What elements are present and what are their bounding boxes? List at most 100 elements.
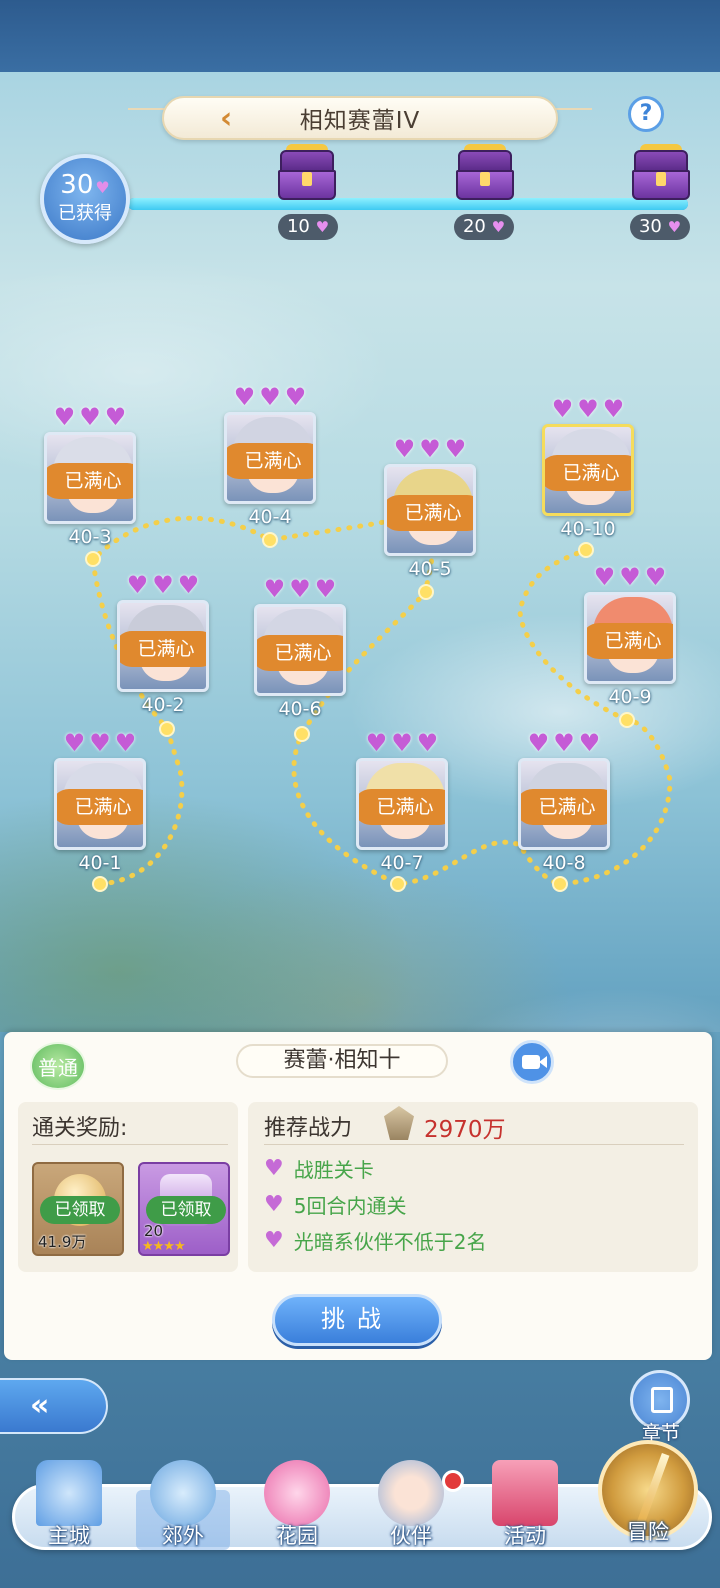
stage-hearts: ♥ ♥ ♥ [52,730,148,756]
stage-portrait[interactable]: 已满心 [384,464,476,556]
heart-icon: ♥ [53,403,76,431]
heart-icon: ♥ [152,571,174,599]
heart-icon: ♥ [233,383,256,411]
stage-code: 40-1 [78,852,122,874]
heart-icon: ♥ [284,383,307,411]
full-hearts-stamp: 已满心 [521,789,607,825]
notification-dot [442,1470,464,1492]
heart-icon: ♥ [527,729,550,757]
heart-icon: ♥ [416,729,439,757]
stage-hearts: ♥ ♥ ♥ [582,564,678,590]
stage-node-40-4[interactable]: ♥ ♥ ♥ 已满心 40-4 [222,384,318,528]
stage-portrait[interactable]: 已满心 [44,432,136,524]
stage-code: 40-10 [560,518,616,540]
stage-code: 40-9 [608,686,652,708]
stage-node-40-10[interactable]: ♥ ♥ ♥ 已满心 40-10 [540,396,636,540]
heart-icon: ♥ [644,563,667,591]
stage-node-40-7[interactable]: ♥ ♥ ♥ 已满心 40-7 [354,730,450,874]
replay-video-button[interactable] [510,1040,554,1084]
stage-portrait[interactable]: 已满心 [54,758,146,850]
stage-portrait[interactable]: 已满心 [356,758,448,850]
stage-portrait[interactable]: 已满心 [584,592,676,684]
heart-icon: ♥ [553,729,575,757]
stage-node-40-3[interactable]: ♥ ♥ ♥ 已满心 40-3 [42,404,138,548]
stage-node-40-9[interactable]: ♥ ♥ ♥ 已满心 40-9 [582,564,678,708]
stage-portrait[interactable]: 已满心 [542,424,634,516]
camera-icon [522,1055,540,1069]
heart-icon: ♥ [264,1192,284,1217]
full-hearts-stamp: 已满心 [387,495,473,531]
stage-hearts: ♥ ♥ ♥ [252,576,348,602]
heart-icon: ♥ [263,575,286,603]
heart-icon: ♥ [264,1156,284,1181]
claimed-tag: 已领取 [146,1196,226,1224]
heart-icon: ♥ [126,571,149,599]
full-hearts-stamp: 已满心 [257,635,343,671]
stage-node-40-5[interactable]: ♥ ♥ ♥ 已满心 40-5 [382,436,478,580]
stage-node-40-6[interactable]: ♥ ♥ ♥ 已满心 40-6 [252,576,348,720]
heart-icon: ♥ [259,383,281,411]
nav-item-adventure[interactable]: 冒险 [600,1516,696,1546]
stage-portrait[interactable]: 已满心 [224,412,316,504]
double-chevron-left-icon: « [30,1388,50,1423]
stage-portrait[interactable]: 已满心 [518,758,610,850]
full-hearts-stamp: 已满心 [57,789,143,825]
heart-icon: ♥ [365,729,388,757]
stage-node-40-8[interactable]: ♥ ♥ ♥ 已满心 40-8 [516,730,612,874]
stage-hearts: ♥ ♥ ♥ [222,384,318,410]
nav-item-outskirts[interactable]: 郊外 [128,1460,238,1556]
clear-rewards: 通关奖励: 已领取 41.9万 已领取 20 ★★★★ [18,1102,238,1272]
nav-item-garden[interactable]: 花园 [242,1460,352,1556]
heart-icon: ♥ [177,571,200,599]
stage-portrait[interactable]: 已满心 [254,604,346,696]
stage-code: 40-7 [380,852,424,874]
heart-icon: ♥ [619,563,641,591]
full-hearts-stamp: 已满心 [545,455,631,491]
reward-quantity: 20 [144,1222,164,1240]
stage-portrait[interactable]: 已满心 [117,600,209,692]
heart-icon: ♥ [551,395,574,423]
chapter-book-icon [651,1387,673,1413]
stage-code: 40-6 [278,698,322,720]
heart-garden-icon [264,1460,330,1526]
stage-hearts: ♥ ♥ ♥ [382,436,478,462]
power-label: 推荐战力 [264,1116,353,1141]
stage-name: 赛蕾·相知十 [236,1044,448,1078]
full-hearts-stamp: 已满心 [120,631,206,667]
nav-item-main-city[interactable]: 主城 [14,1460,124,1556]
full-hearts-stamp: 已满心 [359,789,445,825]
stage-hearts: ♥ ♥ ♥ [516,730,612,756]
difficulty-badge[interactable]: 普通 [30,1042,86,1090]
stage-requirements: 推荐战力 2970万 ♥ 战胜关卡 ♥ 5回合内通关 ♥ 光暗系伙伴不低于2名 [248,1102,698,1272]
heart-icon: ♥ [444,435,467,463]
rewards-title: 通关奖励: [32,1116,128,1141]
stage-node-40-2[interactable]: ♥ ♥ ♥ 已满心 40-2 [115,572,211,716]
nav-item-events[interactable]: 活动 [470,1460,580,1556]
heart-icon: ♥ [289,575,311,603]
stage-hearts: ♥ ♥ ♥ [354,730,450,756]
star-rating: ★★★★ [142,1239,186,1254]
reward-item-coins[interactable]: 已领取 41.9万 [32,1162,124,1256]
stage-code: 40-5 [408,558,452,580]
heart-icon: ♥ [89,729,111,757]
reward-item-crystal[interactable]: 已领取 20 ★★★★ [138,1162,230,1256]
power-icon [384,1106,414,1140]
heart-icon: ♥ [602,395,625,423]
gift-box-icon [492,1460,558,1526]
collapse-arrow-button[interactable]: « [0,1378,108,1434]
stage-node-40-1[interactable]: ♥ ♥ ♥ 已满心 40-1 [52,730,148,874]
stage-code: 40-3 [68,526,112,548]
condition-item: ♥ 战胜关卡 [264,1156,374,1182]
claimed-tag: 已领取 [40,1196,120,1224]
heart-icon: ♥ [593,563,616,591]
partner-avatar-icon [378,1460,444,1526]
heart-icon: ♥ [577,395,599,423]
heart-icon: ♥ [79,403,101,431]
stage-hearts: ♥ ♥ ♥ [115,572,211,598]
full-hearts-stamp: 已满心 [47,463,133,499]
heart-icon: ♥ [114,729,137,757]
heart-icon: ♥ [393,435,416,463]
challenge-button[interactable]: 挑战 [272,1294,442,1346]
heart-icon: ♥ [63,729,86,757]
heart-icon: ♥ [578,729,601,757]
